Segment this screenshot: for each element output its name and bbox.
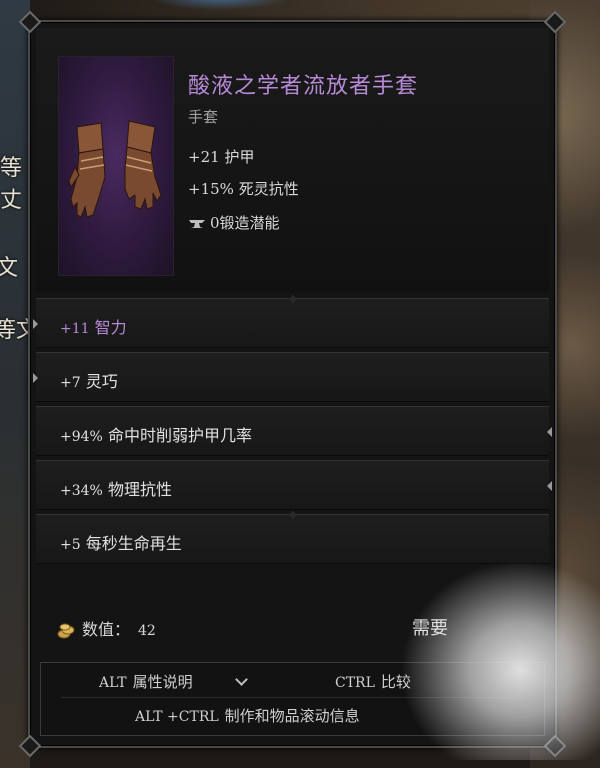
affix-label: +34% 物理抗性 (60, 480, 172, 499)
stat-value: +21 (188, 148, 220, 166)
bg-char: 等 (0, 156, 23, 181)
bg-char: 文 (0, 256, 19, 281)
affix-row[interactable]: +7 灵巧 (33, 352, 549, 402)
item-value: 数值： 42 (56, 616, 156, 640)
forge-potential: 0锻造潜能 (188, 212, 280, 233)
hotkey-footer: ALT 属性说明 CTRL 比较 ALT +CTRL 制作和物品滚动信息 (40, 662, 545, 736)
item-portrait (58, 56, 174, 276)
item-tooltip: 酸液之学者流放者手套 手套 +21 护甲 +15% 死灵抗性 0锻造潜能 +11… (18, 10, 567, 758)
bg-char: 丈 (0, 188, 23, 213)
anvil-icon (189, 219, 205, 228)
value-amount: 42 (138, 623, 156, 639)
row-notch (288, 294, 297, 304)
ctrl-hint[interactable]: CTRL 比较 (335, 671, 411, 692)
affix-label: +11 智力 (60, 318, 127, 337)
affix-row[interactable]: +11 智力 (33, 294, 549, 348)
row-notch (288, 510, 297, 520)
combo-hint-text: 制作和物品滚动信息 (224, 707, 360, 725)
stat-value: +15% (188, 180, 234, 198)
forge-value: 0 (210, 214, 220, 232)
chevron-down-icon (234, 673, 248, 686)
game-scene: 等 丈 文 等文 酸液之学者流放者手套 手套 +21 护甲 +15% 死灵抗性 … (0, 0, 600, 768)
affix-label: +7 灵巧 (60, 372, 118, 391)
forge-label: 锻造潜能 (219, 214, 280, 232)
stat-label: 护甲 (224, 148, 255, 166)
affix-row[interactable]: +34% 物理抗性 (36, 460, 552, 510)
gloves-icon (68, 120, 162, 218)
base-stat-necrotic-resist: +15% 死灵抗性 (188, 178, 299, 199)
affix-row[interactable]: +94% 命中时削弱护甲几率 (36, 406, 552, 456)
affix-label: +94% 命中时削弱护甲几率 (60, 426, 252, 445)
affix-label: +5 每秒生命再生 (60, 534, 182, 553)
row-arrow-left (33, 373, 38, 383)
footer-divider (61, 697, 524, 698)
combo-hint[interactable]: ALT +CTRL 制作和物品滚动信息 (135, 705, 360, 726)
affix-row[interactable]: +5 每秒生命再生 (36, 510, 549, 564)
ctrl-key: CTRL (335, 675, 375, 691)
ctrl-hint-text: 比较 (380, 673, 411, 691)
combo-key: ALT +CTRL (135, 709, 219, 725)
row-arrow-right (547, 427, 552, 437)
row-arrow-left (33, 319, 38, 329)
item-name: 酸液之学者流放者手套 (188, 74, 419, 99)
stat-label: 死灵抗性 (238, 180, 299, 198)
alt-hint-text: 属性说明 (132, 673, 193, 691)
alt-key: ALT (99, 675, 127, 691)
item-type: 手套 (188, 108, 219, 126)
row-arrow-right (547, 481, 552, 491)
top-glow (150, 0, 290, 10)
requirement-label: 需要 (412, 618, 448, 639)
alt-hint[interactable]: ALT 属性说明 (99, 671, 248, 692)
value-label: 数值： (82, 620, 131, 639)
tooltip-header: 酸液之学者流放者手套 手套 +21 护甲 +15% 死灵抗性 0锻造潜能 (36, 28, 549, 292)
background-left (0, 0, 30, 768)
base-stat-armor: +21 护甲 (188, 146, 254, 167)
gold-coins-icon (57, 623, 75, 638)
